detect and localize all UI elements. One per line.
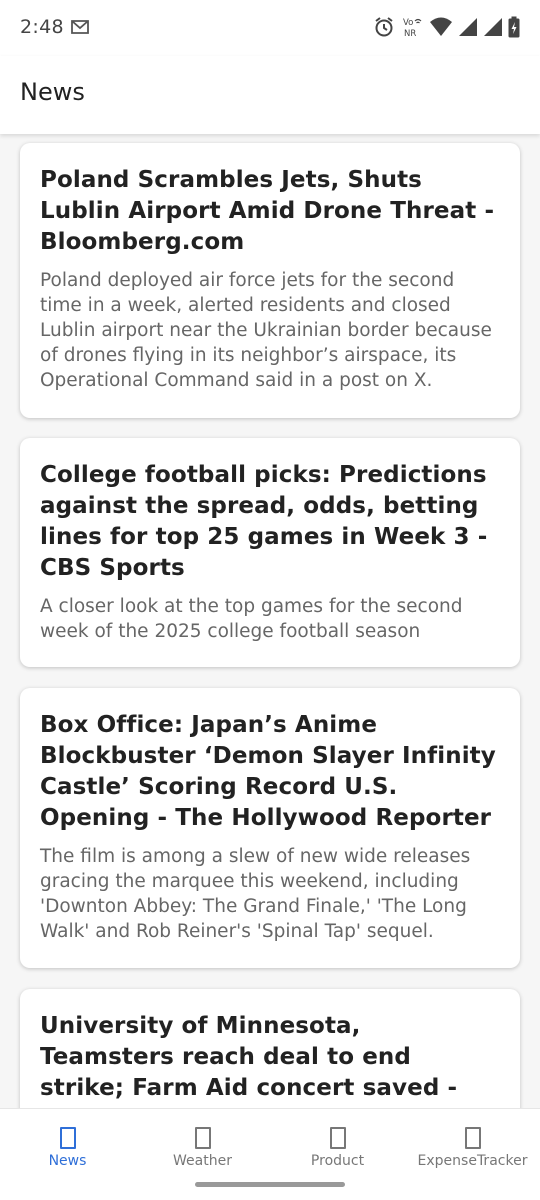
news-card-title: Box Office: Japan’s Anime Blockbuster ‘D… [40,712,496,831]
volte-label: Vo [403,18,413,28]
nav-label-expense-tracker: ExpenseTracker [417,1153,528,1169]
page-title: News [20,78,85,106]
news-card-description: A closer look at the top games for the s… [40,596,463,642]
alarm-icon [375,17,393,37]
expense-tracker-icon [464,1127,481,1149]
nr-label: NR [404,29,416,39]
news-card-title: University of Minnesota, Teamsters reach… [40,1013,458,1108]
news-card-description: Poland deployed air force jets for the s… [40,270,492,391]
news-card-title: College football picks: Predictions agai… [40,462,488,581]
news-card[interactable]: University of Minnesota, Teamsters reach… [20,989,520,1108]
battery-icon [508,16,520,38]
weather-icon [194,1127,211,1149]
news-card[interactable]: Poland Scrambles Jets, Shuts Lublin Airp… [20,143,520,418]
nav-label-weather: Weather [173,1153,232,1169]
nav-item-expense-tracker[interactable]: ExpenseTracker [405,1109,540,1200]
home-indicator[interactable] [195,1182,345,1187]
news-card[interactable]: College football picks: Predictions agai… [20,438,520,667]
nav-label-product: Product [310,1153,365,1169]
news-card-title: Poland Scrambles Jets, Shuts Lublin Airp… [40,167,495,255]
news-card-description: The film is among a slew of new wide rel… [40,846,471,942]
volte-icon: Vo NR [403,18,422,39]
app-bar: News [0,56,540,134]
signal-icon [459,18,477,36]
nav-item-news[interactable]: News [0,1109,135,1200]
mail-icon [71,20,89,34]
news-card[interactable]: Box Office: Japan’s Anime Blockbuster ‘D… [20,688,520,968]
status-time: 2:48 [20,16,64,38]
news-icon [59,1127,76,1149]
wifi-icon [430,17,452,36]
nav-label-news: News [48,1153,87,1169]
status-bar: 2:48 Vo NR [0,0,540,56]
signal-icon [484,18,502,36]
news-list[interactable]: Poland Scrambles Jets, Shuts Lublin Airp… [0,134,540,1108]
status-icons: Vo NR [373,15,520,39]
product-icon [329,1127,346,1149]
